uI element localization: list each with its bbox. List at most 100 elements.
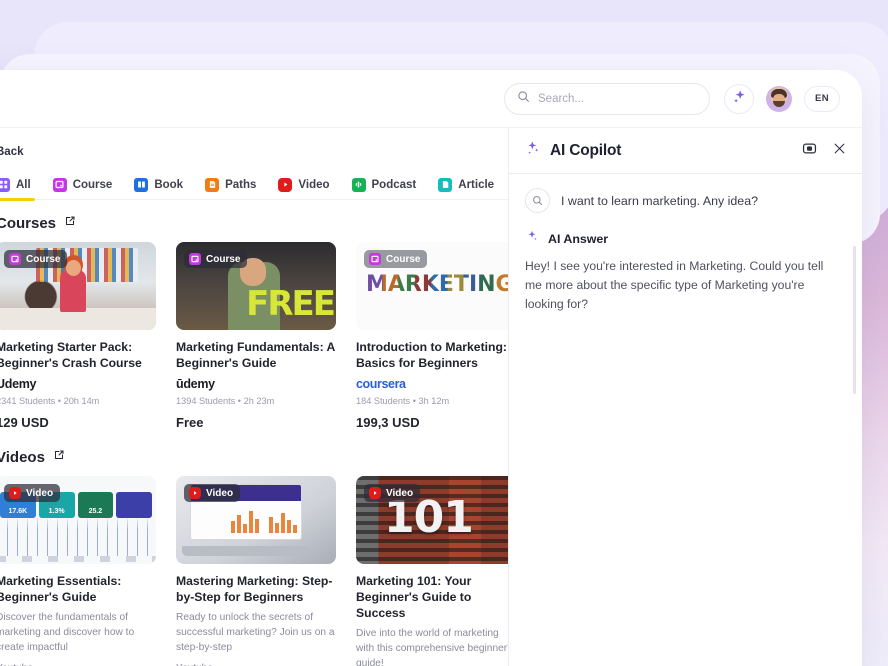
videos-card-list: 17.6K 1.3% 25.2 Video Marketing Essentials… bbox=[0, 476, 508, 666]
video-description: Ready to unlock the secrets of successfu… bbox=[176, 612, 335, 653]
external-link-icon[interactable] bbox=[53, 448, 65, 466]
course-icon bbox=[52, 177, 67, 192]
external-link-icon[interactable] bbox=[64, 214, 76, 232]
language-selector[interactable]: EN bbox=[804, 85, 840, 112]
tab-book-label: Book bbox=[154, 178, 184, 191]
badge-video: Video bbox=[184, 484, 241, 503]
video-icon bbox=[369, 487, 381, 500]
sparkle-icon bbox=[525, 229, 539, 248]
search-input[interactable]: Search... bbox=[504, 82, 710, 115]
ai-copilot-actions bbox=[802, 141, 846, 161]
course-price: 199,3 USD bbox=[356, 415, 420, 431]
course-icon bbox=[9, 253, 21, 265]
section-videos-header: Videos bbox=[0, 448, 508, 466]
close-icon[interactable] bbox=[833, 142, 846, 160]
tab-all-label: All bbox=[16, 178, 31, 191]
copilot-scrollbar[interactable] bbox=[852, 246, 856, 394]
course-meta: 2341 Students • 20h 14m bbox=[0, 396, 100, 407]
video-title: Marketing 101: Your Beginner's Guide to … bbox=[356, 574, 472, 621]
tab-course[interactable]: Course bbox=[52, 170, 113, 200]
back-row: Back bbox=[0, 128, 508, 170]
video-card[interactable]: 17.6K 1.3% 25.2 Video Marketing Essentials… bbox=[0, 476, 156, 666]
tab-video-label: Video bbox=[298, 178, 330, 191]
ai-copilot-header: AI Copilot bbox=[509, 128, 862, 174]
tab-article-label: Article bbox=[458, 178, 495, 191]
top-bar: Search... EN bbox=[0, 70, 862, 128]
ai-sparkle-button[interactable] bbox=[724, 83, 754, 114]
screen-root: Search... EN Back All Course Book Paths … bbox=[0, 0, 888, 666]
tab-podcast-label: Podcast bbox=[371, 178, 417, 191]
badge-video: Video bbox=[4, 484, 61, 503]
course-card[interactable]: MARKETING Course Introduction to Marketi… bbox=[356, 242, 508, 430]
avatar-beard bbox=[773, 100, 785, 107]
body-split: Back All Course Book Paths Video Podcast… bbox=[0, 128, 862, 666]
course-title: Marketing Fundamentals: A Beginner's Gui… bbox=[176, 340, 335, 371]
video-title: Marketing Essentials: Beginner's Guide bbox=[0, 574, 122, 605]
section-courses-title: Courses bbox=[0, 214, 57, 232]
ai-copilot-query-text: I want to learn marketing. Any idea? bbox=[561, 193, 758, 208]
search-icon bbox=[517, 90, 530, 108]
course-brand: ūdemy bbox=[176, 377, 215, 392]
article-icon bbox=[438, 177, 453, 192]
course-thumbnail: FREE Course bbox=[176, 242, 336, 330]
tab-book[interactable]: Book bbox=[134, 170, 183, 200]
course-thumbnail: Course bbox=[0, 242, 156, 330]
content-pane: Back All Course Book Paths Video Podcast… bbox=[0, 128, 508, 666]
video-icon bbox=[189, 487, 201, 500]
section-videos: Videos 17.6K 1.3% 25.2 Video Marketing E… bbox=[0, 430, 508, 666]
podcast-icon bbox=[351, 177, 366, 192]
all-icon bbox=[0, 177, 10, 192]
ai-copilot-answer: AI Answer Hey! I see you're interested i… bbox=[509, 213, 862, 314]
tab-all[interactable]: All bbox=[0, 170, 35, 201]
search-placeholder: Search... bbox=[538, 92, 585, 105]
ai-answer-body: Hey! I see you're interested in Marketin… bbox=[525, 259, 824, 311]
tab-paths[interactable]: Paths bbox=[205, 170, 256, 200]
video-thumbnail: Video bbox=[176, 476, 336, 565]
back-button[interactable]: Back bbox=[0, 146, 24, 158]
paths-icon bbox=[205, 177, 220, 192]
badge-label: Course bbox=[206, 253, 241, 265]
course-brand: Udemy bbox=[0, 377, 37, 392]
ai-answer-header: AI Answer bbox=[525, 229, 840, 248]
course-icon bbox=[369, 253, 381, 265]
video-icon bbox=[9, 487, 21, 500]
course-title: Marketing Starter Pack: Beginner's Crash… bbox=[0, 340, 142, 371]
tab-course-label: Course bbox=[72, 178, 113, 191]
course-card[interactable]: Course Marketing Starter Pack: Beginner'… bbox=[0, 242, 156, 430]
video-thumbnail: 101 Video bbox=[356, 476, 508, 565]
tab-paths-label: Paths bbox=[225, 178, 257, 191]
sparkle-icon bbox=[525, 140, 541, 161]
book-icon bbox=[134, 177, 149, 192]
badge-course: Course bbox=[4, 250, 68, 268]
sparkle-icon bbox=[732, 89, 747, 109]
category-tabs: All Course Book Paths Video Podcast Arti… bbox=[0, 170, 508, 201]
badge-label: Video bbox=[206, 487, 234, 499]
video-description: Discover the fundamentals of marketing a… bbox=[0, 612, 135, 653]
video-card[interactable]: Video Mastering Marketing: Step-by-Step … bbox=[176, 476, 336, 666]
tab-article[interactable]: Article bbox=[438, 170, 494, 200]
video-description: Dive into the world of marketing with th… bbox=[356, 628, 508, 666]
tab-podcast[interactable]: Podcast bbox=[351, 170, 417, 200]
tab-video[interactable]: Video bbox=[278, 170, 330, 200]
badge-label: Video bbox=[26, 487, 54, 499]
search-icon bbox=[525, 188, 550, 213]
course-thumbnail: MARKETING Course bbox=[356, 242, 508, 330]
ai-answer-title: AI Answer bbox=[548, 231, 609, 246]
ai-copilot-panel: AI Copilot I want to learn marketing. An… bbox=[508, 128, 862, 666]
video-card[interactable]: 101 Video Marketing 101: Your Beginner's… bbox=[356, 476, 508, 666]
app-window: Search... EN Back All Course Book Paths … bbox=[0, 70, 862, 666]
avatar[interactable] bbox=[766, 85, 792, 112]
course-brand: coursera bbox=[356, 377, 406, 392]
courses-card-list: Course Marketing Starter Pack: Beginner'… bbox=[0, 242, 508, 430]
course-meta: 1394 Students • 2h 23m bbox=[176, 396, 275, 407]
course-meta: 184 Students • 3h 12m bbox=[356, 396, 450, 407]
course-card[interactable]: FREE Course Marketing Fundamentals: A Be… bbox=[176, 242, 336, 430]
badge-label: Video bbox=[386, 487, 414, 499]
badge-course: Course bbox=[364, 250, 428, 268]
section-courses: Courses Course Marketing Starter Pack: B… bbox=[0, 200, 508, 430]
badge-label: Course bbox=[386, 253, 421, 265]
expand-panel-icon[interactable] bbox=[802, 141, 817, 161]
section-videos-title: Videos bbox=[0, 448, 45, 466]
course-title: Introduction to Marketing: Basics for Be… bbox=[356, 340, 507, 371]
section-courses-header: Courses bbox=[0, 214, 508, 232]
